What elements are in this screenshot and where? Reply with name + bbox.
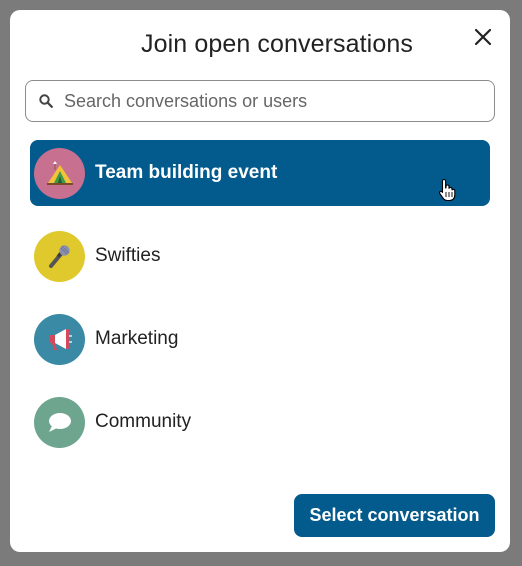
hand-cursor-icon (438, 178, 456, 202)
conversation-item-marketing[interactable]: Marketing (30, 306, 490, 372)
conversation-item-community[interactable]: Community (30, 389, 490, 455)
megaphone-icon (49, 329, 72, 350)
avatar (34, 396, 85, 448)
speech-bubble-icon (48, 413, 71, 432)
conversation-label: Swifties (95, 245, 161, 266)
avatar (34, 313, 85, 365)
tent-icon (46, 161, 73, 185)
close-button[interactable] (470, 24, 496, 50)
conversation-list: Team building event Swifties Marketing C… (30, 140, 490, 455)
close-icon (474, 28, 492, 46)
join-conversations-dialog: Join open conversations Search conversat… (10, 10, 510, 552)
conversation-label: Marketing (95, 328, 179, 349)
avatar (34, 230, 85, 282)
search-input[interactable] (64, 90, 484, 112)
conversation-item-team-building-event[interactable]: Team building event (30, 140, 490, 206)
select-conversation-button[interactable]: Select conversation (294, 494, 495, 537)
dialog-title: Join open conversations (141, 30, 413, 58)
conversation-item-swifties[interactable]: Swifties (30, 223, 490, 289)
search-icon (38, 93, 54, 109)
conversation-label: Community (95, 411, 192, 432)
avatar (34, 147, 85, 199)
search-box (25, 80, 495, 122)
microphone-icon (48, 245, 70, 268)
conversation-label: Team building event (95, 162, 278, 183)
